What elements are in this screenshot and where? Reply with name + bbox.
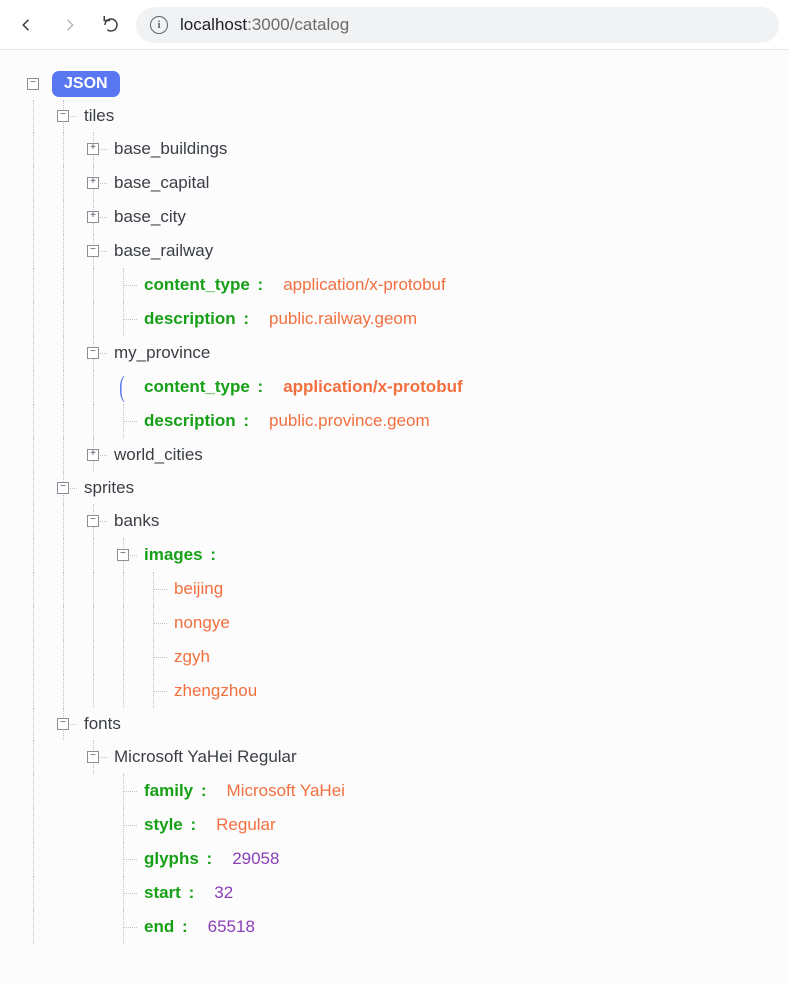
toggle-my-province[interactable] <box>87 347 99 359</box>
node-sprites[interactable]: sprites <box>18 472 781 504</box>
toggle-font-msyahei[interactable] <box>87 751 99 763</box>
browser-toolbar: i localhost:3000/catalog <box>0 0 789 50</box>
address-bar[interactable]: i localhost:3000/catalog <box>136 7 779 43</box>
toggle-sprites[interactable] <box>57 482 69 494</box>
list-item: zgyh <box>18 640 781 674</box>
forward-button[interactable] <box>52 8 86 42</box>
toggle-world-cities[interactable] <box>87 449 99 461</box>
toggle-tiles[interactable] <box>57 110 69 122</box>
node-tiles[interactable]: tiles <box>18 100 781 132</box>
prop-font-family: family :Microsoft YaHei <box>18 774 781 808</box>
node-banks[interactable]: banks <box>18 504 781 538</box>
label-sprites: sprites <box>78 478 134 498</box>
back-button[interactable] <box>10 8 44 42</box>
label-base-buildings: base_buildings <box>108 139 227 159</box>
toggle-banks[interactable] <box>87 515 99 527</box>
label-base-capital: base_capital <box>108 173 209 193</box>
prop-font-start: start :32 <box>18 876 781 910</box>
node-fonts[interactable]: fonts <box>18 708 781 740</box>
node-base-city[interactable]: base_city <box>18 200 781 234</box>
list-item: nongye <box>18 606 781 640</box>
prop-my-province-content-type: ( content_type :application/x-protobuf <box>18 370 781 404</box>
prop-base-railway-content-type: content_type :application/x-protobuf <box>18 268 781 302</box>
toggle-root[interactable] <box>27 78 39 90</box>
node-my-province[interactable]: my_province <box>18 336 781 370</box>
list-item: zhengzhou <box>18 674 781 708</box>
node-images[interactable]: images : <box>18 538 781 572</box>
toggle-fonts[interactable] <box>57 718 69 730</box>
label-world-cities: world_cities <box>108 445 203 465</box>
node-base-buildings[interactable]: base_buildings <box>18 132 781 166</box>
toggle-base-capital[interactable] <box>87 177 99 189</box>
toggle-base-buildings[interactable] <box>87 143 99 155</box>
prop-my-province-description: description :public.province.geom <box>18 404 781 438</box>
json-badge: JSON <box>52 71 120 97</box>
url-text: localhost:3000/catalog <box>180 15 349 35</box>
toggle-base-city[interactable] <box>87 211 99 223</box>
site-info-icon[interactable]: i <box>150 16 168 34</box>
node-base-capital[interactable]: base_capital <box>18 166 781 200</box>
label-my-province: my_province <box>108 343 210 363</box>
label-banks: banks <box>108 511 159 531</box>
list-item: beijing <box>18 572 781 606</box>
prop-base-railway-description: description :public.railway.geom <box>18 302 781 336</box>
label-base-city: base_city <box>108 207 186 227</box>
label-fonts: fonts <box>78 714 121 734</box>
arrow-left-icon <box>18 16 36 34</box>
arrow-right-icon <box>60 16 78 34</box>
label-font-msyahei: Microsoft YaHei Regular <box>108 747 297 767</box>
caret-icon: ( <box>119 370 125 404</box>
json-tree: JSON tiles base_buildings base_capital b… <box>0 50 789 984</box>
node-world-cities[interactable]: world_cities <box>18 438 781 472</box>
node-base-railway[interactable]: base_railway <box>18 234 781 268</box>
node-font-msyahei[interactable]: Microsoft YaHei Regular <box>18 740 781 774</box>
label-tiles: tiles <box>78 106 114 126</box>
label-base-railway: base_railway <box>108 241 213 261</box>
prop-font-glyphs: glyphs :29058 <box>18 842 781 876</box>
tree-root-row: JSON <box>18 68 781 100</box>
reload-button[interactable] <box>94 8 128 42</box>
prop-font-end: end :65518 <box>18 910 781 944</box>
prop-font-style: style :Regular <box>18 808 781 842</box>
toggle-base-railway[interactable] <box>87 245 99 257</box>
toggle-images[interactable] <box>117 549 129 561</box>
reload-icon <box>102 16 120 34</box>
